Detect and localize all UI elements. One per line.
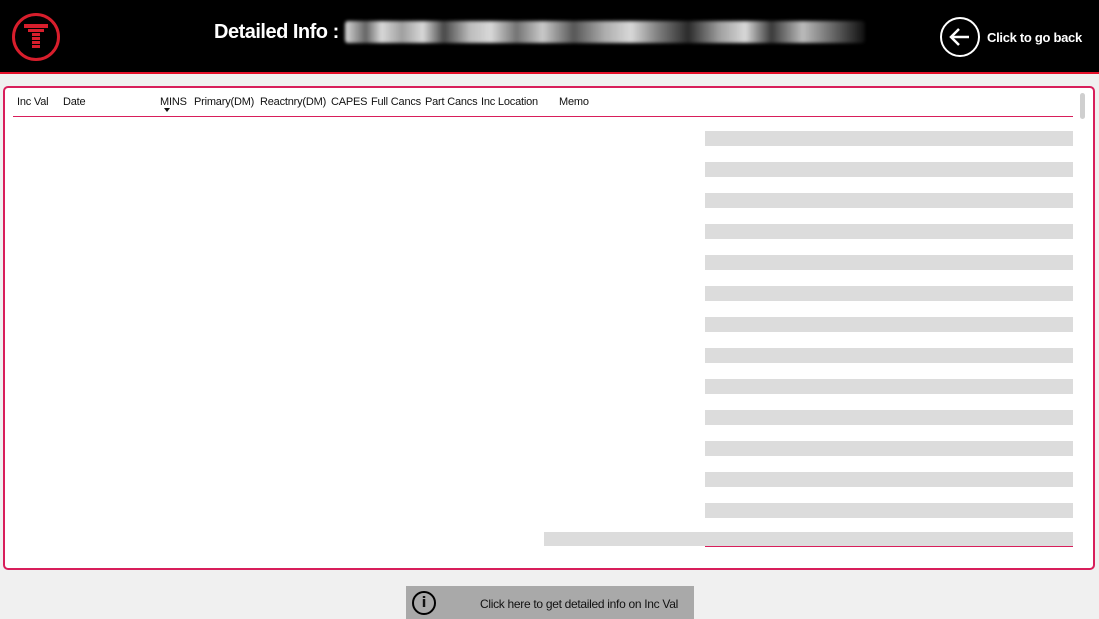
info-icon[interactable]: i: [412, 591, 436, 615]
detailed-info-button-label[interactable]: Click here to get detailed info on Inc V…: [480, 597, 678, 611]
sort-descending-icon: [164, 108, 170, 112]
column-header-full-cancs[interactable]: Full Cancs: [371, 96, 421, 108]
redacted-title-value: [344, 21, 865, 43]
top-bar: Detailed Info : Click to go back: [0, 0, 1099, 74]
detailed-info-button[interactable]: i Click here to get detailed info on Inc…: [406, 586, 694, 619]
data-table-panel: Inc Val Date MINS Primary(DM) Reactnry(D…: [3, 86, 1095, 570]
table-body: [13, 122, 1073, 552]
table-header: Inc Val Date MINS Primary(DM) Reactnry(D…: [13, 93, 1073, 117]
page-title: Detailed Info :: [214, 18, 865, 46]
redacted-table-content-lower: [13, 530, 544, 552]
back-button[interactable]: Click to go back: [940, 17, 1082, 57]
column-header-inc-val[interactable]: Inc Val: [17, 96, 49, 108]
redacted-table-content: [13, 122, 705, 530]
back-arrow-icon[interactable]: [940, 17, 980, 57]
column-header-date[interactable]: Date: [63, 96, 86, 108]
logo-icon: [24, 24, 48, 48]
column-header-primary[interactable]: Primary(DM): [194, 96, 254, 108]
column-header-capes[interactable]: CAPES: [331, 96, 367, 108]
table-bottom-divider: [705, 546, 1073, 547]
back-button-label[interactable]: Click to go back: [987, 30, 1082, 45]
column-header-part-cancs[interactable]: Part Cancs: [425, 96, 478, 108]
column-header-reactnry[interactable]: Reactnry(DM): [260, 96, 326, 108]
column-header-inc-location[interactable]: Inc Location: [481, 96, 538, 108]
column-header-mins[interactable]: MINS: [160, 96, 187, 108]
vertical-scrollbar[interactable]: [1080, 93, 1085, 119]
brand-logo: [12, 13, 60, 61]
column-header-memo[interactable]: Memo: [559, 96, 589, 108]
page-title-text: Detailed Info :: [214, 20, 339, 43]
